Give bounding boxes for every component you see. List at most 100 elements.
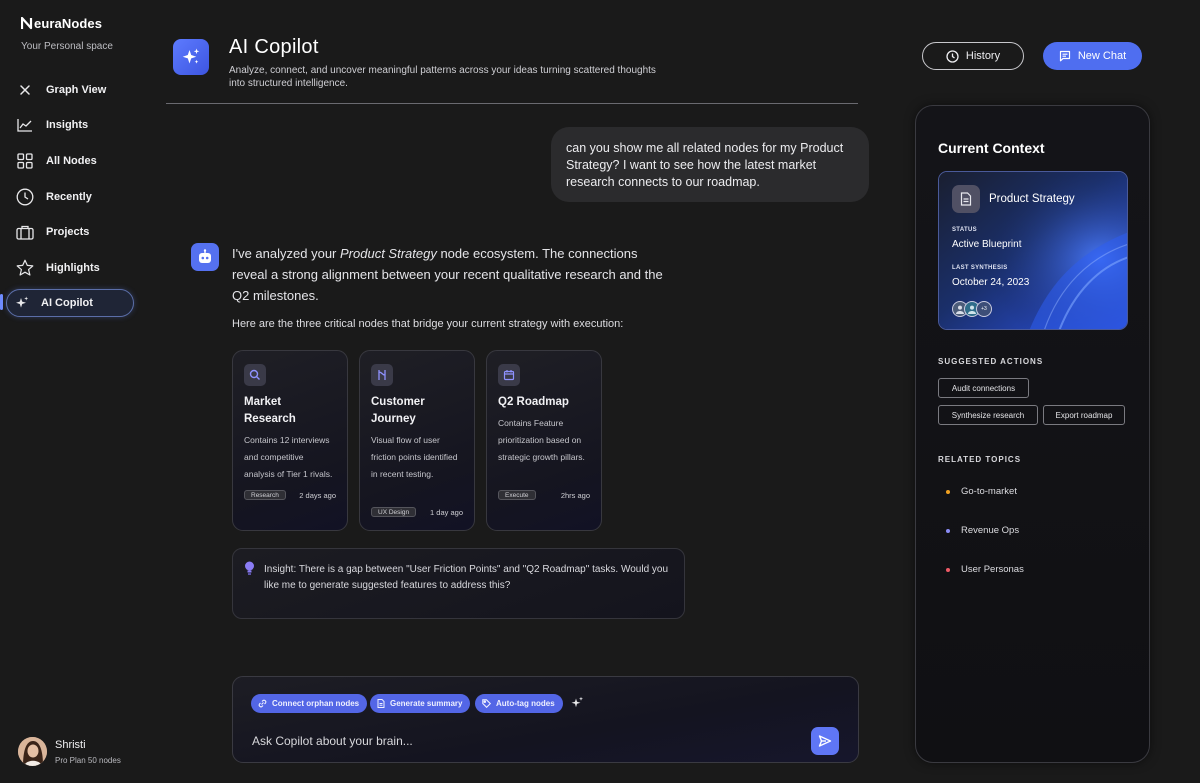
node-description: Contains Feature prioritization based on… [498, 418, 585, 462]
brand-name: euraNodes [34, 16, 103, 31]
user-plan: Pro Plan 50 nodes [55, 755, 121, 765]
context-title: Current Context [938, 140, 1045, 156]
topic-label: Go-to-market [961, 486, 1017, 497]
status-value: Active Blueprint [952, 239, 1022, 250]
last-synthesis-label: LAST SYNTHESIS [952, 265, 1008, 271]
topic-dot [946, 528, 950, 533]
insight-callout[interactable]: Insight: There is a gap between "User Fr… [232, 548, 685, 619]
sidebar-item-label: All Nodes [46, 155, 97, 167]
user-message: can you show me all related nodes for my… [551, 127, 869, 202]
document-icon [952, 185, 980, 213]
user-profile[interactable]: Shristi Pro Plan 50 nodes [18, 737, 121, 766]
sidebar-item-all-nodes[interactable]: All Nodes [15, 151, 97, 171]
bot-avatar [191, 243, 219, 271]
sparkles-icon[interactable] [570, 696, 584, 710]
node-title: Customer Journey [371, 396, 425, 425]
active-indicator [0, 294, 3, 310]
composer: Connect orphan nodes Generate summary Au… [232, 676, 859, 763]
chip-generate-summary[interactable]: Generate summary [370, 694, 471, 713]
sidebar-item-highlights[interactable]: Highlights [15, 258, 100, 278]
sidebar-item-insights[interactable]: Insights [15, 115, 88, 135]
send-button[interactable] [811, 727, 839, 755]
chat-bubble-icon [1059, 50, 1071, 62]
node-tag: Execute [498, 490, 536, 500]
route-icon [371, 364, 393, 386]
clock-icon [15, 187, 35, 207]
sidebar-item-label: Recently [46, 191, 92, 203]
topic-dot [946, 567, 950, 572]
node-card-customer-journey[interactable]: Customer Journey Visual flow of user fri… [359, 350, 475, 531]
node-age: 1 day ago [430, 507, 463, 517]
audit-connections-button[interactable]: Audit connections [938, 378, 1029, 398]
node-tag: Research [244, 490, 286, 500]
sidebar: euraNodes Your Personal space Graph View… [0, 0, 150, 783]
topic-label: Revenue Ops [961, 525, 1020, 536]
search-icon [244, 364, 266, 386]
robot-icon [199, 249, 211, 263]
context-card-title: Product Strategy [989, 193, 1075, 205]
last-synthesis-value: October 24, 2023 [952, 277, 1030, 288]
sparkles-icon [15, 293, 29, 313]
avatar [18, 737, 47, 766]
grid-icon [15, 151, 35, 171]
sidebar-item-ai-copilot[interactable]: AI Copilot [6, 289, 134, 317]
topic-label: User Personas [961, 564, 1024, 575]
collaborator-avatars[interactable]: +3 [952, 301, 992, 317]
bot-message-emphasis: Product Strategy [340, 246, 437, 261]
topic-user-personas[interactable]: User Personas [946, 564, 1024, 575]
sidebar-item-graph-view[interactable]: Graph View [15, 80, 106, 100]
new-chat-label: New Chat [1077, 50, 1127, 62]
status-label: STATUS [952, 227, 977, 233]
link-icon [258, 699, 267, 708]
copilot-input[interactable] [252, 733, 792, 749]
close-x-icon [15, 80, 35, 100]
sparkles-icon [182, 48, 200, 64]
copilot-logo [173, 39, 209, 75]
user-name: Shristi [55, 738, 86, 751]
send-icon [818, 735, 832, 747]
page-title: AI Copilot [229, 36, 319, 58]
sidebar-item-label: Graph View [46, 84, 107, 96]
sidebar-item-projects[interactable]: Projects [15, 222, 89, 242]
sidebar-item-label: Highlights [46, 262, 100, 274]
node-age: 2 days ago [299, 490, 336, 500]
node-meta: Execute 2hrs ago [498, 490, 590, 500]
header-divider [166, 103, 858, 104]
sidebar-item-label: Insights [46, 119, 89, 131]
new-chat-button[interactable]: New Chat [1043, 42, 1142, 70]
sidebar-item-label: AI Copilot [41, 297, 93, 309]
history-icon [946, 49, 959, 63]
avatar-more-count: +3 [976, 301, 992, 317]
brand-subtitle: Your Personal space [21, 41, 113, 52]
chip-connect-orphan-nodes[interactable]: Connect orphan nodes [251, 694, 368, 713]
export-roadmap-button[interactable]: Export roadmap [1043, 405, 1125, 425]
node-title: Q2 Roadmap [498, 396, 569, 408]
node-meta: UX Design 1 day ago [371, 507, 463, 517]
context-panel: Current Context Product Strategy STATUS … [915, 105, 1150, 763]
related-topics-label: RELATED TOPICS [938, 455, 1022, 464]
sidebar-item-recently[interactable]: Recently [15, 187, 92, 207]
chip-label: Auto-tag nodes [496, 699, 555, 708]
chip-auto-tag-nodes[interactable]: Auto-tag nodes [475, 694, 563, 713]
history-label: History [965, 50, 1001, 62]
chip-label: Connect orphan nodes [272, 699, 360, 708]
insight-text: Insight: There is a gap between "User Fr… [264, 564, 669, 591]
node-title: Market Research [244, 396, 296, 425]
bot-message: I've analyzed your Product Strategy node… [232, 243, 672, 306]
history-button[interactable]: History [922, 42, 1024, 70]
brand-logo-icon [21, 17, 33, 30]
briefcase-icon [15, 222, 35, 242]
context-card[interactable]: Product Strategy STATUS Active Blueprint… [938, 171, 1128, 330]
brand[interactable]: euraNodes [21, 16, 102, 31]
node-tag: UX Design [371, 507, 417, 517]
topic-revenue-ops[interactable]: Revenue Ops [946, 525, 1019, 536]
node-card-market-research[interactable]: Market Research Contains 12 interviews a… [232, 350, 348, 531]
node-card-q2-roadmap[interactable]: Q2 Roadmap Contains Feature prioritizati… [486, 350, 602, 531]
topic-go-to-market[interactable]: Go-to-market [946, 486, 1017, 497]
synthesize-research-button[interactable]: Synthesize research [938, 405, 1038, 425]
suggested-actions-label: SUGGESTED ACTIONS [938, 357, 1044, 366]
node-age: 2hrs ago [560, 490, 590, 500]
node-description: Visual flow of user friction points iden… [371, 435, 458, 479]
bot-subtext: Here are the three critical nodes that b… [232, 318, 624, 330]
star-icon [15, 258, 35, 278]
